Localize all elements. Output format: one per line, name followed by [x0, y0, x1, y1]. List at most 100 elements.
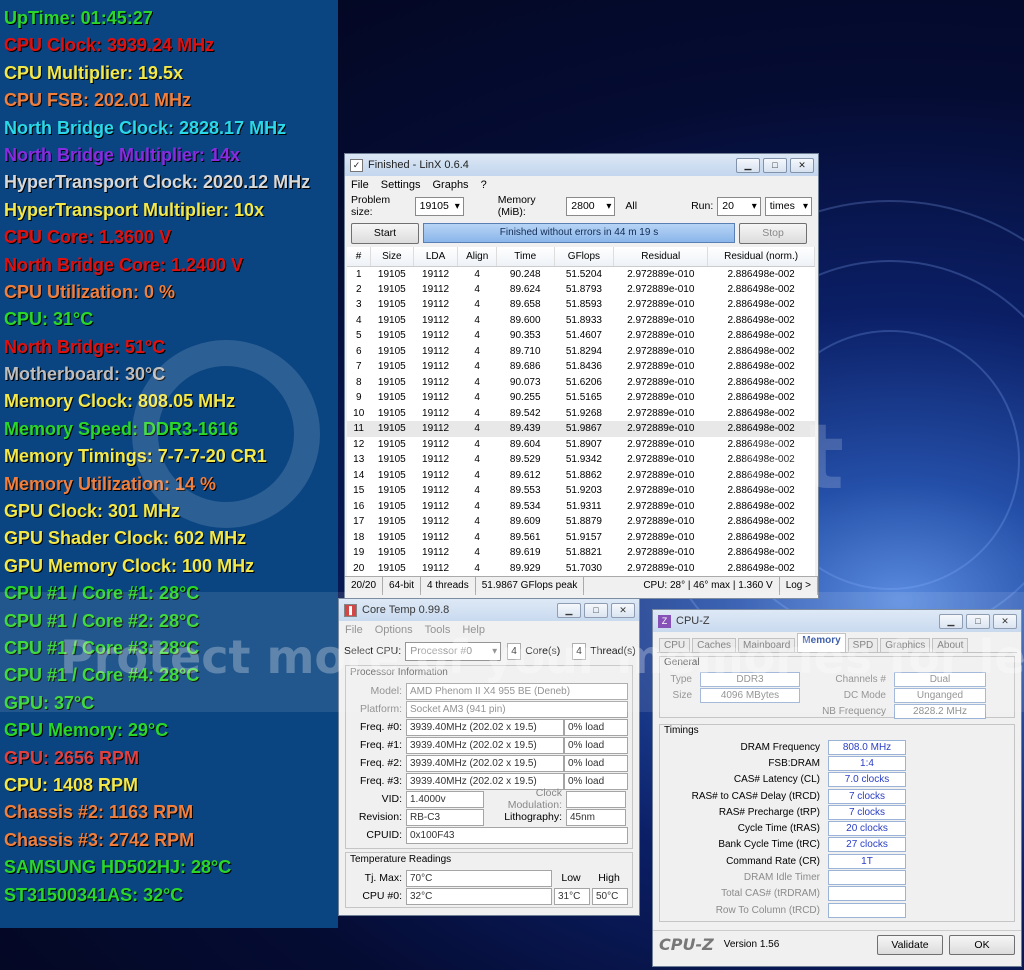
table-row[interactable]: 16 19105 19112 4 89.534 51.9311 2.972889e-010 2…: [347, 499, 815, 515]
column-header[interactable]: Residual: [613, 247, 709, 267]
log-button[interactable]: Log >: [780, 576, 818, 595]
minimize-button[interactable]: ▁: [939, 613, 963, 629]
table-row[interactable]: 2 19105 19112 4 89.624 51.8793 2.972889e-010 2.…: [347, 282, 815, 298]
run-select[interactable]: 20: [717, 196, 761, 216]
validate-button[interactable]: Validate: [877, 934, 943, 955]
table-row[interactable]: 9 19105 19112 4 90.255 51.5165 2.972889e-010 2.…: [347, 390, 815, 406]
table-cell: 2.972889e-010: [627, 283, 695, 295]
tab-about[interactable]: About: [932, 638, 969, 652]
table-cell: 2.972889e-010: [627, 531, 695, 543]
table-row[interactable]: 1 19105 19112 4 90.248 51.5204 2.972889e-010 2.…: [347, 266, 815, 282]
timing-label: FSB:DRAM: [768, 757, 820, 769]
menu-item-options[interactable]: Options: [375, 624, 413, 636]
start-button[interactable]: Start: [351, 222, 419, 244]
maximize-button[interactable]: □: [966, 613, 990, 629]
table-row[interactable]: 10 19105 19112 4 89.542 51.9268 2.972889e-010 2…: [347, 406, 815, 422]
timing-value: 7.0 clocks: [828, 772, 906, 788]
memory-select[interactable]: 2800: [566, 196, 616, 216]
table-cell: 2: [355, 283, 362, 295]
table-row[interactable]: 11 19105 19112 4 89.439 51.9867 2.972889e-010 2…: [347, 421, 815, 437]
coretemp-window[interactable]: ❚ Core Temp 0.99.8 ▁ □ ✕ File Options Tool…: [338, 598, 640, 916]
column-header[interactable]: Align: [457, 247, 497, 267]
column-header[interactable]: Size: [370, 247, 414, 267]
table-row[interactable]: 19 19105 19112 4 89.619 51.8821 2.972889e-010 2…: [347, 545, 815, 561]
table-row[interactable]: 17 19105 19112 4 89.609 51.8879 2.972889e-010 2…: [347, 514, 815, 530]
column-header[interactable]: #: [347, 247, 371, 267]
stop-button[interactable]: Stop: [739, 222, 807, 244]
maximize-button[interactable]: □: [763, 157, 787, 173]
table-cell: 89.439: [496, 421, 555, 437]
timing-value: 7 clocks: [828, 804, 906, 820]
menu-item-file[interactable]: File: [351, 179, 369, 191]
menu-item-tools[interactable]: Tools: [425, 624, 451, 636]
cpu0-temp-label: CPU #0:: [362, 890, 402, 902]
problem-size-select[interactable]: 19105: [414, 196, 464, 216]
table-row[interactable]: 13 19105 19112 4 89.529 51.9342 2.972889e-010 2…: [347, 452, 815, 468]
table-row[interactable]: 8 19105 19112 4 90.073 51.6206 2.972889e-010 2.…: [347, 375, 815, 391]
maximize-button[interactable]: □: [584, 602, 608, 618]
times-select[interactable]: times: [764, 196, 813, 216]
table-cell: 51.5204: [565, 268, 602, 280]
table-row[interactable]: 14 19105 19112 4 89.612 51.8862 2.972889e-010 2…: [347, 468, 815, 484]
menu-item-graphs[interactable]: Graphs: [432, 179, 468, 191]
processor-information-group: Processor Information Model: AMD Phenom I…: [345, 665, 633, 849]
overlay-line: CPU Core: 1.3600 V: [4, 227, 172, 248]
table-row[interactable]: 5 19105 19112 4 90.353 51.4607 2.972889e-010 2.…: [347, 328, 815, 344]
table-row[interactable]: 12 19105 19112 4 89.604 51.8907 2.972889e-010 2…: [347, 437, 815, 453]
ok-button[interactable]: OK: [949, 934, 1015, 955]
table-cell: 2.886498e-002: [727, 314, 795, 326]
close-button[interactable]: ✕: [790, 157, 814, 173]
menu-item-help[interactable]: Help: [462, 624, 485, 636]
tab-mainboard[interactable]: Mainboard: [738, 638, 796, 652]
overlay-line: North Bridge: 51°C: [4, 336, 166, 357]
column-header[interactable]: Residual (norm.): [707, 247, 815, 267]
linx-statusbar: 20/20 64-bit 4 threads 51.9867 GFlops peak C…: [345, 576, 818, 595]
table-cell: 2.972889e-010: [627, 438, 695, 450]
temperature-readings-label: Temperature Readings: [350, 854, 452, 865]
column-header[interactable]: LDA: [413, 247, 459, 267]
tab-spd[interactable]: SPD: [847, 638, 879, 652]
close-button[interactable]: ✕: [993, 613, 1017, 629]
tab-cpu[interactable]: CPU: [659, 638, 691, 652]
linx-window[interactable]: ✓ Finished - LinX 0.6.4 ▁ □ ✕ File Settin…: [344, 153, 819, 599]
cpu0-high-value: 50°C: [592, 887, 628, 905]
tab-memory[interactable]: Memory: [797, 633, 846, 652]
table-row[interactable]: 4 19105 19112 4 89.600 51.8933 2.972889e-010 2.…: [347, 313, 815, 329]
table-cell: 4: [474, 485, 480, 497]
menu-item-file[interactable]: File: [345, 624, 363, 636]
table-row[interactable]: 18 19105 19112 4 89.561 51.9157 2.972889e-010 2…: [347, 530, 815, 546]
timing-label: Command Rate (CR): [726, 855, 820, 867]
table-cell: 2.972889e-010: [627, 299, 695, 311]
table-cell: 51.9268: [565, 407, 602, 419]
select-cpu-label: Select CPU:: [344, 645, 402, 657]
menu-item-settings[interactable]: Settings: [381, 179, 421, 191]
menu-item-help[interactable]: ?: [481, 179, 487, 191]
table-row[interactable]: 20 19105 19112 4 89.929 51.7030 2.972889e-010 2…: [347, 561, 815, 577]
column-header[interactable]: GFlops: [554, 247, 615, 267]
table-row[interactable]: 15 19105 19112 4 89.553 51.9203 2.972889e-010 2…: [347, 483, 815, 499]
timing-value: 7 clocks: [828, 788, 906, 804]
linx-titlebar[interactable]: ✓ Finished - LinX 0.6.4 ▁ □ ✕: [345, 154, 818, 176]
table-row[interactable]: 6 19105 19112 4 89.710 51.8294 2.972889e-010 2.…: [347, 344, 815, 360]
all-label[interactable]: All: [625, 200, 637, 212]
tab-caches[interactable]: Caches: [692, 638, 737, 652]
cpuz-window[interactable]: Z CPU-Z ▁ □ ✕ CPU Caches Mainboard Memory SP…: [652, 609, 1022, 967]
table-cell: 2.972889e-010: [627, 345, 695, 357]
table-cell: 19105: [377, 500, 406, 512]
coretemp-titlebar[interactable]: ❚ Core Temp 0.99.8 ▁ □ ✕: [339, 599, 639, 621]
tab-graphics[interactable]: Graphics: [880, 638, 931, 652]
table-row[interactable]: 7 19105 19112 4 89.686 51.8436 2.972889e-010 2.…: [347, 359, 815, 375]
close-button[interactable]: ✕: [611, 602, 635, 618]
minimize-button[interactable]: ▁: [736, 157, 760, 173]
column-header[interactable]: Time: [496, 247, 555, 267]
table-cell: 19105: [377, 454, 406, 466]
table-cell: 4: [474, 361, 480, 373]
table-row[interactable]: 3 19105 19112 4 89.658 51.8593 2.972889e-010 2.…: [347, 297, 815, 313]
minimize-button[interactable]: ▁: [557, 602, 581, 618]
table-cell: 19105: [377, 330, 406, 342]
overlay-line: GPU Memory: 29°C: [4, 720, 169, 741]
select-cpu-dropdown[interactable]: Processor #0: [405, 641, 502, 661]
table-cell: 8: [355, 376, 362, 388]
cpuz-titlebar[interactable]: Z CPU-Z ▁ □ ✕: [653, 610, 1021, 632]
table-cell: 4: [474, 469, 480, 481]
